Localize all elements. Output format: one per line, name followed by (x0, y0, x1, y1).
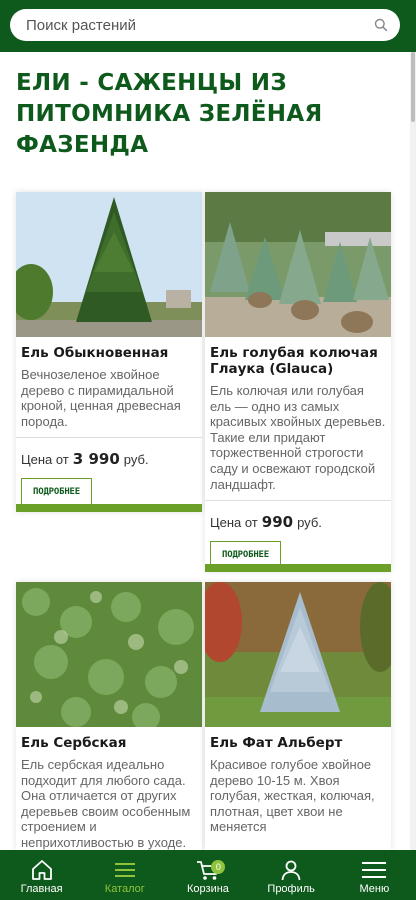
price-prefix: Цена от (210, 515, 258, 531)
nav-profile[interactable]: Профиль (250, 850, 333, 900)
nav-menu-label: Меню (359, 883, 390, 895)
product-description: Вечнозеленое хвойное дерево с пирамидаль… (21, 367, 181, 429)
product-image-blue-spruce[interactable] (205, 192, 391, 337)
product-image-fat-albert[interactable] (205, 582, 391, 727)
scrollbar[interactable] (410, 52, 416, 852)
product-description: Ель сербская идеально подходит для любог… (21, 757, 191, 850)
product-name[interactable]: Ель голубая колючая Глаука (Glauca) (210, 345, 386, 377)
product-name[interactable]: Ель Фат Альберт (210, 735, 386, 751)
product-image-spruce[interactable] (16, 192, 202, 337)
product-card[interactable]: Ель Обыкновенная Вечнозеленое хвойное де… (16, 192, 202, 512)
nav-home-label: Главная (20, 883, 63, 895)
home-icon (31, 860, 52, 880)
card-accent-bar (16, 504, 202, 512)
divider (205, 500, 391, 502)
nav-home[interactable]: Главная (0, 850, 83, 900)
price-currency: руб. (297, 515, 322, 531)
nav-catalog-label: Каталог (104, 883, 145, 895)
search-box[interactable] (10, 9, 400, 41)
catalog-icon (114, 863, 135, 877)
card-accent-bar (205, 564, 391, 572)
bottom-nav: Главная Каталог 0 Корзина Профиль Меню (0, 850, 416, 900)
product-price: Цена от 3 990 руб. (21, 450, 197, 468)
nav-cart-label: Корзина (187, 883, 229, 895)
search-input[interactable] (26, 16, 374, 34)
product-image-serbian-spruce[interactable] (16, 582, 202, 727)
nav-catalog[interactable]: Каталог (83, 850, 166, 900)
price-value: 990 (261, 513, 294, 532)
menu-icon (362, 862, 387, 878)
scrollbar-thumb[interactable] (411, 52, 415, 122)
product-price: Цена от 990 руб. (210, 513, 386, 531)
divider (16, 437, 202, 439)
product-description: Красивое голубое хвойное дерево 10-15 м.… (210, 757, 375, 835)
product-description: Ель колючая или голубая ель — одно из са… (210, 383, 386, 492)
product-card[interactable]: Ель Фат Альберт Красивое голубое хвойное… (205, 582, 391, 850)
price-currency: руб. (123, 452, 149, 468)
cart-count-badge: 0 (211, 860, 226, 874)
product-name[interactable]: Ель Сербская (21, 735, 197, 751)
price-prefix: Цена от (21, 452, 69, 468)
top-bar (0, 0, 416, 52)
search-icon[interactable] (374, 18, 388, 32)
price-value: 3 990 (72, 450, 120, 469)
product-name[interactable]: Ель Обыкновенная (21, 345, 197, 361)
nav-menu[interactable]: Меню (333, 850, 416, 900)
nav-cart[interactable]: 0 Корзина (166, 850, 249, 900)
product-card[interactable]: Ель Сербская Ель сербская идеально подхо… (16, 582, 202, 850)
nav-profile-label: Профиль (267, 883, 315, 895)
page-title: ЕЛИ - САЖЕНЦЫ ИЗ ПИТОМНИКА ЗЕЛЁНАЯ ФАЗЕН… (16, 70, 323, 158)
profile-icon (281, 860, 301, 881)
product-card[interactable]: Ель голубая колючая Глаука (Glauca) Ель … (205, 192, 391, 572)
